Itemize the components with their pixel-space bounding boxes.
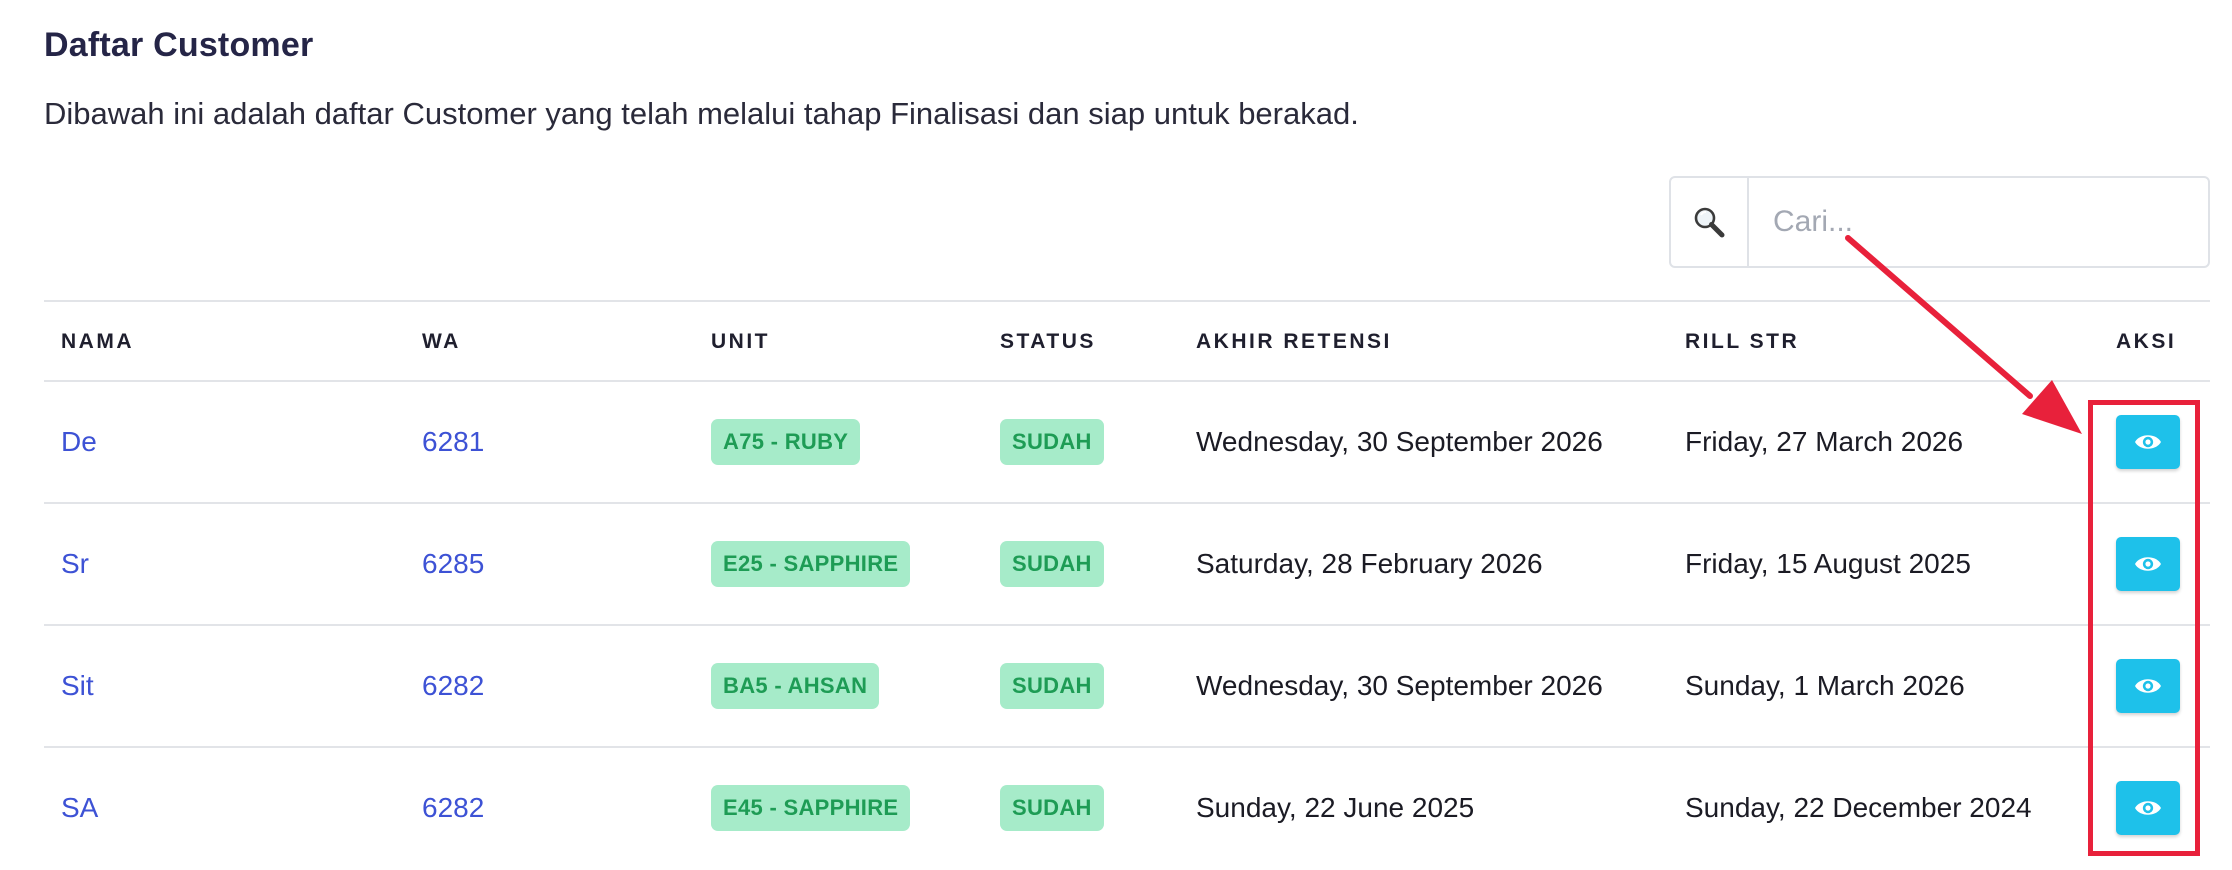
unit-badge: A75 - RUBY [711, 419, 861, 465]
status-badge: SUDAH [1000, 541, 1104, 587]
rill-str-date: Friday, 27 March 2026 [1685, 426, 1964, 457]
unit-badge: E25 - SAPPHIRE [711, 541, 911, 587]
search-input[interactable] [1749, 178, 2208, 266]
whatsapp-link[interactable]: 6282 [422, 670, 484, 702]
rill-str-date: Sunday, 1 March 2026 [1685, 670, 1965, 701]
unit-badge: BA5 - AHSAN [711, 663, 880, 709]
customer-list-page: Daftar Customer Dibawah ini adalah dafta… [0, 0, 2232, 870]
search-icon[interactable] [1671, 178, 1749, 266]
eye-icon [2135, 679, 2161, 693]
akhir-retensi-date: Saturday, 28 February 2026 [1196, 548, 1543, 579]
header-nama[interactable]: NAMA [61, 302, 134, 382]
status-badge: SUDAH [1000, 419, 1104, 465]
table-row: SA 6282 E45 - SAPPHIRE SUDAH Sunday, 22 … [44, 748, 2210, 870]
eye-icon [2135, 801, 2161, 815]
whatsapp-link[interactable]: 6285 [422, 548, 484, 580]
akhir-retensi-date: Wednesday, 30 September 2026 [1196, 426, 1603, 457]
customer-name-link[interactable]: SA [61, 792, 98, 824]
whatsapp-link[interactable]: 6281 [422, 426, 484, 458]
status-badge: SUDAH [1000, 785, 1104, 831]
rill-str-date: Sunday, 22 December 2024 [1685, 792, 2032, 823]
customer-name-link[interactable]: Sit [61, 670, 94, 702]
header-status[interactable]: STATUS [1000, 302, 1096, 382]
view-button[interactable] [2116, 781, 2180, 835]
view-button[interactable] [2116, 415, 2180, 469]
header-rill-str[interactable]: RILL STR [1685, 302, 1799, 382]
whatsapp-link[interactable]: 6282 [422, 792, 484, 824]
status-badge: SUDAH [1000, 663, 1104, 709]
customer-table: NAMA WA UNIT STATUS AKHIR RETENSI RILL S… [44, 300, 2210, 870]
search-box [1669, 176, 2210, 268]
page-title: Daftar Customer [44, 26, 314, 64]
customer-name-link[interactable]: De [61, 426, 97, 458]
table-row: Sr 6285 E25 - SAPPHIRE SUDAH Saturday, 2… [44, 504, 2210, 626]
view-button[interactable] [2116, 659, 2180, 713]
akhir-retensi-date: Sunday, 22 June 2025 [1196, 792, 1475, 823]
eye-icon [2135, 557, 2161, 571]
customer-name-link[interactable]: Sr [61, 548, 89, 580]
table-header: NAMA WA UNIT STATUS AKHIR RETENSI RILL S… [44, 300, 2210, 382]
header-akhir-retensi[interactable]: AKHIR RETENSI [1196, 302, 1392, 382]
akhir-retensi-date: Wednesday, 30 September 2026 [1196, 670, 1603, 701]
page-description: Dibawah ini adalah daftar Customer yang … [44, 96, 1359, 131]
header-aksi: AKSI [2116, 330, 2177, 353]
rill-str-date: Friday, 15 August 2025 [1685, 548, 1971, 579]
eye-icon [2135, 435, 2161, 449]
view-button[interactable] [2116, 537, 2180, 591]
table-row: Sit 6282 BA5 - AHSAN SUDAH Wednesday, 30… [44, 626, 2210, 748]
unit-badge: E45 - SAPPHIRE [711, 785, 911, 831]
table-row: De 6281 A75 - RUBY SUDAH Wednesday, 30 S… [44, 382, 2210, 504]
header-wa[interactable]: WA [422, 302, 461, 382]
header-unit[interactable]: UNIT [711, 302, 770, 382]
